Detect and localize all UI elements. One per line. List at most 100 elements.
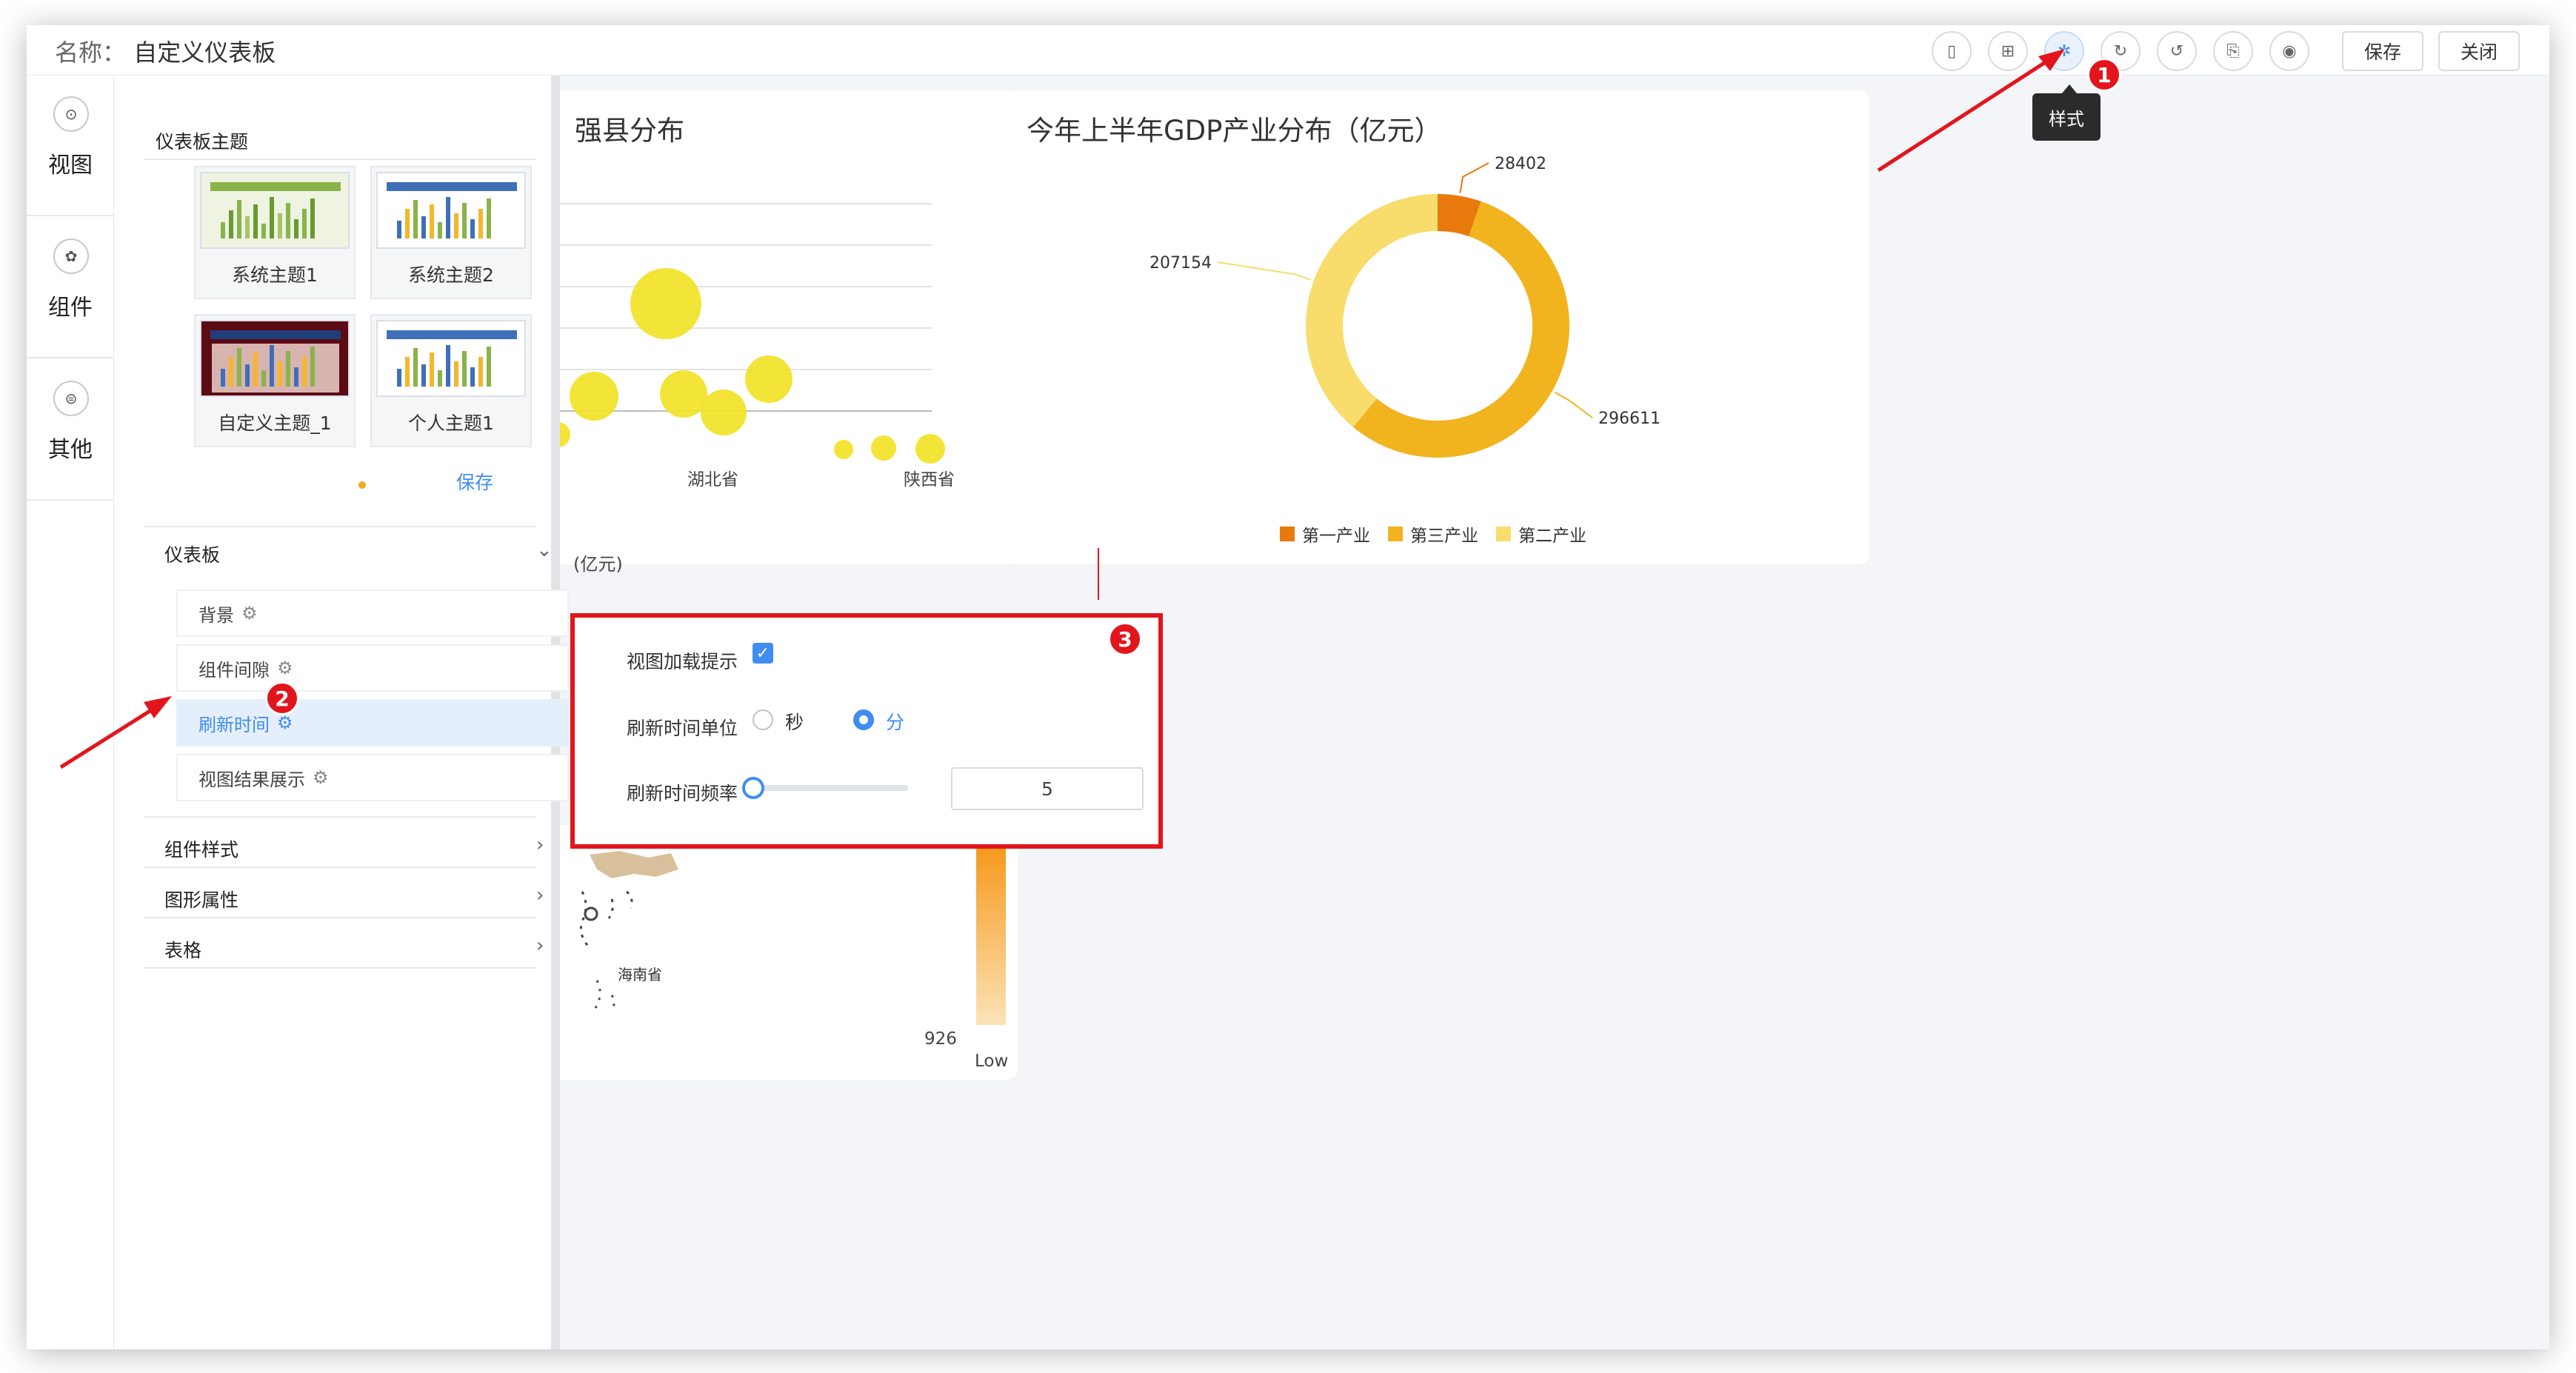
bubble — [570, 372, 618, 421]
top-bar: 名称： 自定义仪表板 ▯ ⊞ ✲ ↻ ↺ ⎘ ◉ 保存 关闭 — [27, 25, 2549, 76]
bubble — [871, 435, 896, 461]
legend-label: 第一产业 — [1302, 527, 1370, 546]
x-tick-label: 湖北省 — [687, 470, 738, 490]
setting-item-refresh-time[interactable]: 刷新时间 ⚙ — [176, 699, 569, 746]
rail-item-view[interactable]: ⊙ 视图 — [27, 76, 114, 216]
china-map-fragment — [579, 851, 678, 1012]
accordion-dashboard-header[interactable]: 仪表板 — [164, 541, 220, 567]
save-button[interactable]: 保存 — [2342, 31, 2423, 71]
legend-item-primary: 第一产业 — [1280, 521, 1370, 547]
unit-minute-radio[interactable] — [853, 709, 874, 730]
chevron-right-icon[interactable]: › — [536, 935, 544, 957]
pagination-dot[interactable] — [358, 481, 366, 489]
data-label-leader — [1459, 162, 1489, 193]
theme-header-bar — [210, 182, 341, 191]
load-tip-checkbox[interactable]: ✓ — [753, 643, 773, 664]
themes-title: 仪表板主题 — [156, 131, 249, 153]
province-label: 海南省 — [618, 966, 662, 983]
refresh-frequency-label: 刷新时间频率 — [627, 783, 738, 804]
frequency-input[interactable]: 5 — [951, 767, 1144, 810]
dashboard-title: 名称： 自定义仪表板 — [55, 34, 276, 68]
chevron-right-icon[interactable]: › — [536, 884, 544, 906]
accordion-component-style[interactable]: 组件样式 — [164, 835, 238, 862]
annotation-badge-1: 1 — [2087, 58, 2121, 92]
theme-thumbnail — [376, 320, 526, 397]
divider — [144, 967, 536, 969]
theme-card-personal-1[interactable]: 个人主题1 — [370, 314, 532, 447]
setting-item-background[interactable]: 背景 ⚙ — [176, 589, 569, 637]
data-label-leader — [1217, 261, 1312, 281]
unit-second-label[interactable]: 秒 — [785, 708, 804, 735]
dashboard-name: 自定义仪表板 — [133, 39, 276, 67]
component-icon: ✿ — [53, 238, 89, 274]
donut-chart-card[interactable]: 今年上半年GDP产业分布（亿元） 28402 296611 207154 第一产业 … — [1006, 90, 1869, 564]
theme-card-custom-1[interactable]: 自定义主题_1 — [194, 314, 356, 447]
export-icon[interactable]: ⎘ — [2213, 31, 2253, 71]
rail-item-other[interactable]: ⊜ 其他 — [27, 360, 114, 501]
rail-item-component[interactable]: ✿ 组件 — [27, 218, 114, 358]
unit-second-radio[interactable] — [753, 709, 773, 730]
legend-gradient-bar — [976, 825, 1006, 1025]
save-theme-link[interactable]: 保存 — [456, 468, 493, 495]
gear-icon: ⚙ — [313, 767, 329, 788]
undo-icon[interactable]: ↺ — [2157, 31, 2197, 71]
chevron-right-icon[interactable]: › — [536, 834, 544, 856]
legend-swatch — [1280, 527, 1295, 541]
theme-bars — [221, 342, 332, 387]
theme-bars — [397, 342, 508, 387]
rail-label-component: 组件 — [48, 295, 93, 321]
load-tip-label: 视图加载提示 — [627, 651, 738, 672]
left-rail: ⊙ 视图 ✿ 组件 ⊜ 其他 — [27, 76, 114, 1349]
donut-chart: 28402 296611 207154 — [1149, 155, 1661, 458]
divider — [144, 526, 536, 527]
preview-icon[interactable]: ◉ — [2269, 31, 2309, 71]
annotation-leader-line — [1098, 548, 1099, 600]
gridline — [545, 286, 932, 287]
theme-name: 自定义主题_1 — [218, 412, 332, 434]
theme-card-system-2[interactable]: 系统主题2 — [370, 166, 532, 299]
dashboard-editor-window: 名称： 自定义仪表板 ▯ ⊞ ✲ ↻ ↺ ⎘ ◉ 保存 关闭 1 样式 ⊙ 视图… — [27, 25, 2549, 1349]
donut-slice — [1306, 194, 1438, 427]
gridline — [545, 327, 932, 329]
theme-header-bar — [210, 330, 341, 339]
theme-card-system-1[interactable]: 系统主题1 — [194, 166, 356, 299]
style-icon[interactable]: ✲ — [2044, 31, 2084, 71]
grid-icon[interactable]: ⊞ — [1988, 31, 2028, 71]
divider — [144, 917, 536, 918]
annotation-badge-3: 3 — [1108, 622, 1142, 656]
data-label: 207154 — [1149, 254, 1212, 273]
accordion-graphic-attributes[interactable]: 图形属性 — [164, 886, 238, 912]
other-icon: ⊜ — [53, 381, 89, 416]
bubble — [701, 390, 747, 435]
gear-icon: ⚙ — [277, 658, 293, 678]
chevron-down-icon[interactable]: ⌄ — [536, 539, 553, 561]
unit-minute-label[interactable]: 分 — [886, 708, 904, 735]
bubble — [834, 440, 853, 459]
divider — [144, 816, 536, 818]
annotation-badge-2: 2 — [265, 681, 299, 715]
style-tooltip: 样式 — [2032, 84, 2100, 141]
gridline — [545, 244, 932, 246]
data-label: 296611 — [1598, 410, 1661, 428]
bubble — [630, 268, 701, 339]
refresh-unit-label: 刷新时间单位 — [627, 718, 738, 739]
mobile-icon[interactable]: ▯ — [1932, 31, 1972, 71]
setting-label: 视图结果展示 — [198, 769, 305, 790]
view-icon: ⊙ — [53, 96, 89, 132]
frequency-slider-track[interactable] — [753, 785, 908, 791]
setting-item-result-display[interactable]: 视图结果展示 ⚙ — [176, 754, 569, 801]
unit-footer: (亿元) — [573, 554, 623, 575]
donut-chart-title: 今年上半年GDP产业分布（亿元） — [1027, 115, 1442, 147]
legend-label: 第三产业 — [1410, 527, 1478, 546]
theme-header-bar — [387, 182, 517, 191]
refresh-settings-popup: 3 视图加载提示 ✓ 刷新时间单位 秒 分 刷新时间频率 5 — [570, 613, 1163, 849]
close-button[interactable]: 关闭 — [2438, 31, 2520, 71]
theme-thumbnail — [376, 172, 526, 249]
x-tick-label: 陕西省 — [904, 470, 955, 490]
setting-item-gap[interactable]: 组件间隙 ⚙ — [176, 644, 569, 692]
accordion-table[interactable]: 表格 — [164, 936, 201, 963]
theme-name: 系统主题1 — [232, 264, 318, 286]
frequency-slider-handle[interactable] — [742, 777, 764, 799]
theme-name: 系统主题2 — [408, 264, 494, 286]
bubble — [745, 355, 793, 403]
